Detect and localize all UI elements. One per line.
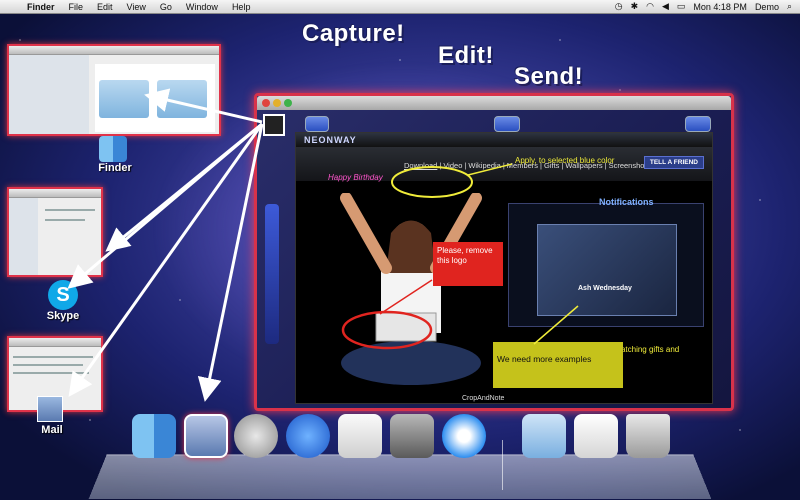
notifications-title: Notifications	[599, 197, 654, 207]
finder-label: Finder	[98, 162, 132, 174]
mail-dock-icon[interactable]	[184, 414, 228, 458]
trash-dock-icon[interactable]	[626, 414, 670, 458]
zoom-button[interactable]	[284, 99, 292, 107]
skype-sidebar	[9, 198, 39, 275]
dock-separator	[502, 440, 503, 490]
document-dock-icon[interactable]	[574, 414, 618, 458]
close-button[interactable]	[262, 99, 270, 107]
nav-download[interactable]: Download	[402, 161, 439, 170]
app-store-dock-icon[interactable]	[286, 414, 330, 458]
spotlight-icon[interactable]: ⌕	[787, 1, 792, 12]
app-main-window[interactable]: NEONWAY Happy Birthday Download | Video | Wi…	[254, 93, 734, 411]
finder-window-thumbnail[interactable]	[7, 44, 221, 136]
notifications-preview: Ash Wednesday	[537, 224, 677, 316]
finder-dock-icon[interactable]	[132, 414, 176, 458]
menu-edit[interactable]: Edit	[90, 2, 120, 12]
menu-view[interactable]: View	[120, 2, 153, 12]
skype-text-line	[45, 219, 85, 221]
wifi-icon[interactable]: ◠	[646, 1, 654, 12]
folder-icon[interactable]	[157, 80, 207, 118]
finder-titlebar	[9, 46, 219, 55]
crop-tool-button[interactable]	[305, 116, 329, 132]
applications-folder-dock-icon[interactable]	[522, 414, 566, 458]
screenshot-thumbnail-icon[interactable]	[263, 114, 285, 136]
mail-label: Mail	[41, 424, 63, 436]
more-examples-note[interactable]: We need more examples	[493, 342, 623, 388]
headline-edit: Edit!	[438, 42, 494, 69]
mail-text-line	[13, 372, 89, 374]
remove-logo-note[interactable]: Please, remove this logo	[433, 242, 503, 286]
mail-stamp-icon[interactable]	[37, 396, 63, 422]
notifications-panel: Notifications Ash Wednesday	[508, 197, 704, 327]
menu-help[interactable]: Help	[225, 2, 258, 12]
safari-dock-icon[interactable]	[442, 414, 486, 458]
skype-text-line	[45, 209, 95, 211]
menu-bar: Finder File Edit View Go Window Help ◷ ✱…	[0, 0, 800, 14]
tell-a-friend-button[interactable]: TELL A FRIEND	[643, 156, 704, 169]
time-machine-icon[interactable]: ◷	[615, 1, 623, 12]
skype-label: Skype	[46, 310, 80, 322]
finder-sidebar	[9, 55, 89, 134]
nav-video[interactable]: Video	[441, 161, 464, 170]
menu-clock[interactable]: Mon 4:18 PM	[693, 2, 747, 12]
battery-icon[interactable]: ▭	[677, 1, 686, 12]
share-tool-button[interactable]	[685, 116, 711, 132]
preview-dock-icon[interactable]	[338, 414, 382, 458]
skype-icon[interactable]: S	[48, 280, 78, 310]
apply-annotation[interactable]: Apply, to selected blue color	[515, 156, 625, 166]
site-header: NEONWAY	[296, 133, 712, 147]
nav-wikipedia[interactable]: Wikipedia	[466, 161, 503, 170]
launchpad-dock-icon[interactable]	[234, 414, 278, 458]
mail-text-line	[13, 364, 83, 366]
window-titlebar	[257, 96, 731, 110]
headline-send: Send!	[514, 63, 584, 90]
skype-titlebar	[9, 189, 101, 198]
skype-window-thumbnail[interactable]	[7, 187, 103, 277]
system-preferences-dock-icon[interactable]	[390, 414, 434, 458]
ash-wednesday-text: Ash Wednesday	[578, 285, 632, 292]
tool-palette[interactable]	[265, 204, 279, 344]
finder-content	[95, 64, 215, 132]
woman-photo	[340, 193, 482, 385]
menu-app-name[interactable]: Finder	[20, 2, 62, 12]
menu-go[interactable]: Go	[153, 2, 179, 12]
menu-window[interactable]: Window	[179, 2, 225, 12]
screenshot-caption: CropAndNote	[462, 395, 505, 402]
google-drive-folder-icon[interactable]	[99, 80, 149, 118]
mail-titlebar	[9, 338, 101, 347]
bluetooth-icon[interactable]: ✱	[631, 1, 639, 12]
volume-icon[interactable]: ◀	[662, 1, 669, 12]
happy-birthday-text: Happy Birthday	[328, 173, 383, 182]
headline-capture: Capture!	[302, 20, 405, 47]
minimize-button[interactable]	[273, 99, 281, 107]
dock	[88, 454, 712, 499]
mail-text-line	[13, 356, 93, 358]
finder-icon[interactable]	[99, 136, 127, 162]
send-tool-button[interactable]	[494, 116, 520, 132]
menu-user[interactable]: Demo	[755, 2, 779, 12]
menu-file[interactable]: File	[62, 2, 91, 12]
